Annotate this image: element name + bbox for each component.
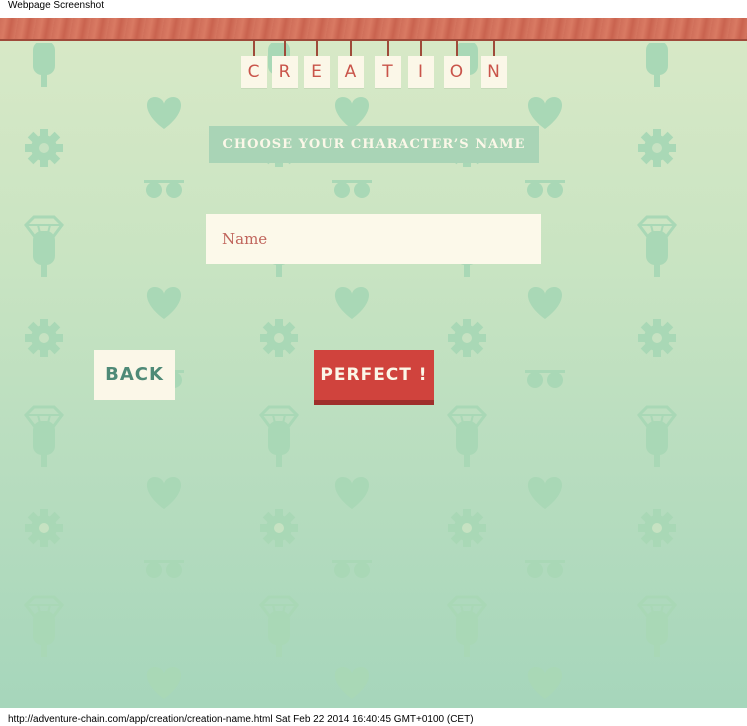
title-tag-letter: A [338,41,364,88]
title-tag-letter: C [241,41,267,88]
heart-icon [527,667,563,699]
character-name-input[interactable] [206,214,541,264]
title-tag-letter: O [444,41,470,88]
wooden-header-bar [0,18,747,41]
gear-icon [638,319,676,357]
perfect-confirm-button[interactable]: PERFECT ! [314,350,434,405]
gear-icon [260,319,298,357]
choose-name-heading: CHOOSE YOUR CHARACTER’S NAME [209,126,539,163]
popsicle-icon [456,611,478,657]
sunglasses-icon [525,180,565,198]
back-button[interactable]: BACK [94,350,175,400]
gear-icon [448,509,486,547]
gear-icon [25,319,63,357]
heart-icon [334,287,370,319]
sunglasses-icon [525,560,565,578]
heart-icon [146,667,182,699]
title-tag-letter: I [408,41,434,88]
popsicle-icon [268,611,290,657]
capture-footer-url: http://adventure-chain.com/app/creation/… [8,714,474,725]
heart-icon [527,287,563,319]
heart-icon [527,477,563,509]
heart-icon [146,477,182,509]
gear-icon [25,129,63,167]
gear-icon [638,129,676,167]
sunglasses-icon [332,560,372,578]
sunglasses-icon [332,180,372,198]
title-tag-letter: N [481,41,507,88]
popsicle-icon [33,231,55,277]
capture-title: Webpage Screenshot [8,0,104,11]
popsicle-icon [646,611,668,657]
gear-icon [448,319,486,357]
gear-icon [638,509,676,547]
gear-icon [260,509,298,547]
sunglasses-icon [525,370,565,388]
heart-icon [146,287,182,319]
sunglasses-icon [144,180,184,198]
title-tag-letter: R [272,41,298,88]
popsicle-icon [33,611,55,657]
popsicle-icon [646,231,668,277]
heart-icon [334,667,370,699]
heart-icon [334,477,370,509]
page-viewport: C R E A T I O N CHOOSE YOUR CHARACTER’S … [0,18,747,708]
creation-title-tags: C R E A T I O N [0,41,747,121]
popsicle-icon [646,421,668,467]
title-tag-letter: E [304,41,330,88]
popsicle-icon [268,421,290,467]
popsicle-icon [33,421,55,467]
title-tag-letter: T [375,41,401,88]
popsicle-icon [456,421,478,467]
sunglasses-icon [144,560,184,578]
gear-icon [25,509,63,547]
